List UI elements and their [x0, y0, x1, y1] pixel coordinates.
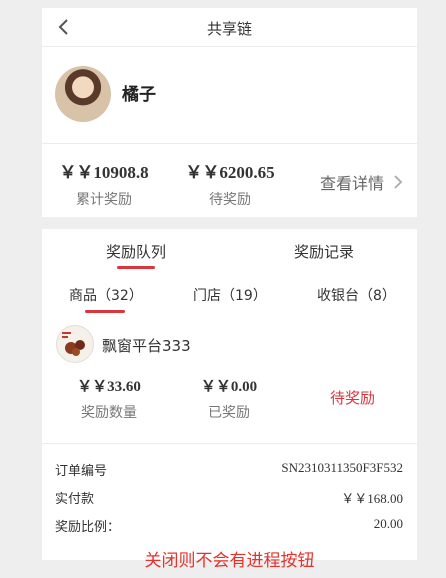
total-reward-value: ￥￥10908.8: [59, 163, 149, 182]
reward-ratio-row: 奖励比例： 20.00: [55, 516, 403, 535]
order-number-row: 订单编号 SN2310311350F3F532: [55, 460, 403, 479]
pending-reward-value: ￥￥6200.65: [185, 163, 275, 182]
reward-amount-label: 奖励数量: [81, 405, 137, 421]
reward-amount: ￥￥33.60 奖励数量: [62, 375, 156, 422]
view-details-link[interactable]: 查看详情: [320, 170, 384, 194]
order-number-value: SN2310311350F3F532: [281, 460, 403, 475]
total-reward: ￥￥10908.8 累计奖励: [56, 158, 152, 209]
user-name: 橘子: [122, 85, 156, 105]
reward-amount-value: ￥￥33.60: [77, 379, 141, 395]
reward-summary: ￥￥10908.8 累计奖励 ￥￥6200.65 待奖励 查看详情: [42, 144, 417, 217]
product-name: 飘窗平台333: [102, 337, 191, 355]
tab-reward-records[interactable]: 奖励记录: [294, 241, 354, 262]
pending-reward-label: 待奖励: [209, 192, 251, 208]
page-title: 共享链: [206, 20, 252, 38]
rewarded-amount-label: 已奖励: [208, 405, 250, 421]
status-badge: 待奖励: [330, 389, 376, 407]
notice-text: 关闭则不会有进程按钮: [144, 551, 315, 571]
total-reward-label: 累计奖励: [76, 192, 132, 208]
active-tab-indicator: [117, 266, 155, 269]
chevron-right-icon[interactable]: [392, 174, 404, 190]
subtab-stores[interactable]: 门店（19）: [193, 285, 267, 305]
reward-ratio-value: 20.00: [373, 516, 403, 531]
tab-reward-queue[interactable]: 奖励队列: [106, 241, 166, 262]
paid-amount-row: 实付款 ￥￥168.00: [55, 488, 403, 507]
nav-header: 共享链: [42, 8, 417, 47]
subtab-goods[interactable]: 商品（32）: [69, 285, 143, 305]
paid-amount-value: ￥￥168.00: [341, 491, 403, 506]
active-subtab-indicator: [85, 310, 125, 313]
pending-reward: ￥￥6200.65 待奖励: [182, 158, 278, 209]
rewarded-amount-value: ￥￥0.00: [200, 379, 258, 395]
paid-amount-label: 实付款: [55, 492, 95, 507]
rewarded-amount: ￥￥0.00 已奖励: [182, 375, 276, 422]
subtab-cashier[interactable]: 收银台（8）: [317, 285, 396, 305]
order-number-label: 订单编号: [55, 464, 108, 479]
reward-content: 奖励队列 奖励记录 商品（32） 门店（19） 收银台（8） 飘窗平台333 ￥…: [42, 229, 417, 571]
divider: [42, 443, 417, 444]
reward-ratio-label: 奖励比例：: [55, 520, 121, 535]
user-card: 橘子: [42, 47, 417, 144]
product-thumbnail: [56, 325, 94, 363]
product-image-icon: [62, 332, 85, 356]
avatar: [55, 66, 111, 122]
